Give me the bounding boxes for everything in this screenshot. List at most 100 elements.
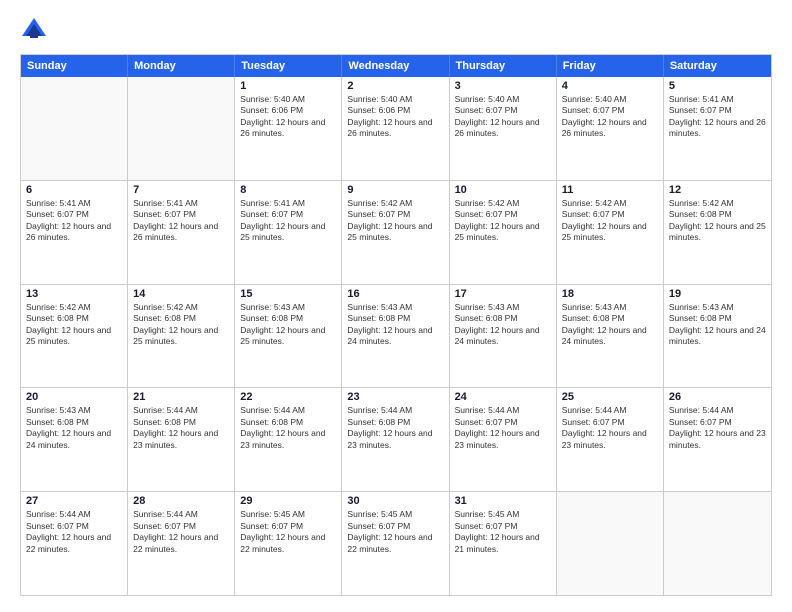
day-number: 10 <box>455 184 551 196</box>
day-number: 5 <box>669 80 766 92</box>
calendar-cell-day-3: 3 Sunrise: 5:40 AM Sunset: 6:07 PM Daylig… <box>450 77 557 180</box>
cell-info: Sunrise: 5:43 AM Sunset: 6:08 PM Dayligh… <box>562 302 658 348</box>
calendar-cell-day-18: 18 Sunrise: 5:43 AM Sunset: 6:08 PM Dayli… <box>557 285 664 388</box>
calendar-cell-day-16: 16 Sunrise: 5:43 AM Sunset: 6:08 PM Dayli… <box>342 285 449 388</box>
cell-info: Sunrise: 5:43 AM Sunset: 6:08 PM Dayligh… <box>669 302 766 348</box>
cell-info: Sunrise: 5:42 AM Sunset: 6:08 PM Dayligh… <box>133 302 229 348</box>
calendar-cell-day-26: 26Sunrise: 5:44 AM Sunset: 6:07 PM Dayli… <box>664 388 771 491</box>
cell-info: Sunrise: 5:42 AM Sunset: 6:08 PM Dayligh… <box>26 302 122 348</box>
calendar-cell-day-6: 6 Sunrise: 5:41 AM Sunset: 6:07 PM Daylig… <box>21 181 128 284</box>
calendar-row-5: 27Sunrise: 5:44 AM Sunset: 6:07 PM Dayli… <box>21 491 771 595</box>
cell-info: Sunrise: 5:43 AM Sunset: 6:08 PM Dayligh… <box>455 302 551 348</box>
cell-info: Sunrise: 5:43 AM Sunset: 6:08 PM Dayligh… <box>26 405 122 451</box>
calendar-cell-day-24: 24 Sunrise: 5:44 AM Sunset: 6:07 PM Dayli… <box>450 388 557 491</box>
weekday-header-monday: Monday <box>128 55 235 77</box>
cell-info: Sunrise: 5:43 AM Sunset: 6:08 PM Dayligh… <box>240 302 336 348</box>
cell-info: Sunrise: 5:41 AM Sunset: 6:07 PM Dayligh… <box>669 94 766 140</box>
cell-info: Sunrise: 5:42 AM Sunset: 6:07 PM Dayligh… <box>347 198 443 244</box>
calendar-cell-day-5: 5 Sunrise: 5:41 AM Sunset: 6:07 PM Daylig… <box>664 77 771 180</box>
cell-info: Sunrise: 5:41 AM Sunset: 6:07 PM Dayligh… <box>26 198 122 244</box>
calendar-cell-day-12: 12 Sunrise: 5:42 AM Sunset: 6:08 PM Dayli… <box>664 181 771 284</box>
weekday-header-sunday: Sunday <box>21 55 128 77</box>
calendar-row-4: 20 Sunrise: 5:43 AM Sunset: 6:08 PM Dayli… <box>21 387 771 491</box>
calendar-cell-empty <box>557 492 664 595</box>
day-number: 11 <box>562 184 658 196</box>
calendar-cell-day-19: 19 Sunrise: 5:43 AM Sunset: 6:08 PM Dayli… <box>664 285 771 388</box>
day-number: 8 <box>240 184 336 196</box>
calendar-cell-day-15: 15 Sunrise: 5:43 AM Sunset: 6:08 PM Dayli… <box>235 285 342 388</box>
calendar-cell-day-20: 20 Sunrise: 5:43 AM Sunset: 6:08 PM Dayli… <box>21 388 128 491</box>
day-number: 16 <box>347 288 443 300</box>
page: SundayMondayTuesdayWednesdayThursdayFrid… <box>0 0 792 612</box>
calendar: SundayMondayTuesdayWednesdayThursdayFrid… <box>20 54 772 596</box>
calendar-cell-day-23: 23Sunrise: 5:44 AM Sunset: 6:08 PM Dayli… <box>342 388 449 491</box>
weekday-header-saturday: Saturday <box>664 55 771 77</box>
cell-info: Sunrise: 5:40 AM Sunset: 6:07 PM Dayligh… <box>562 94 658 140</box>
cell-info: Sunrise: 5:43 AM Sunset: 6:08 PM Dayligh… <box>347 302 443 348</box>
day-number: 22 <box>240 391 336 403</box>
calendar-cell-day-13: 13Sunrise: 5:42 AM Sunset: 6:08 PM Dayli… <box>21 285 128 388</box>
cell-info: Sunrise: 5:42 AM Sunset: 6:07 PM Dayligh… <box>562 198 658 244</box>
day-number: 18 <box>562 288 658 300</box>
cell-info: Sunrise: 5:44 AM Sunset: 6:08 PM Dayligh… <box>240 405 336 451</box>
day-number: 9 <box>347 184 443 196</box>
day-number: 1 <box>240 80 336 92</box>
cell-info: Sunrise: 5:44 AM Sunset: 6:07 PM Dayligh… <box>26 509 122 555</box>
cell-info: Sunrise: 5:45 AM Sunset: 6:07 PM Dayligh… <box>347 509 443 555</box>
day-number: 6 <box>26 184 122 196</box>
calendar-cell-day-25: 25 Sunrise: 5:44 AM Sunset: 6:07 PM Dayli… <box>557 388 664 491</box>
day-number: 15 <box>240 288 336 300</box>
calendar-cell-day-28: 28 Sunrise: 5:44 AM Sunset: 6:07 PM Dayli… <box>128 492 235 595</box>
day-number: 26 <box>669 391 766 403</box>
weekday-header-wednesday: Wednesday <box>342 55 449 77</box>
calendar-header: SundayMondayTuesdayWednesdayThursdayFrid… <box>21 55 771 77</box>
day-number: 28 <box>133 495 229 507</box>
calendar-cell-day-30: 30 Sunrise: 5:45 AM Sunset: 6:07 PM Dayli… <box>342 492 449 595</box>
cell-info: Sunrise: 5:40 AM Sunset: 6:07 PM Dayligh… <box>455 94 551 140</box>
cell-info: Sunrise: 5:42 AM Sunset: 6:07 PM Dayligh… <box>455 198 551 244</box>
cell-info: Sunrise: 5:42 AM Sunset: 6:08 PM Dayligh… <box>669 198 766 244</box>
weekday-header-thursday: Thursday <box>450 55 557 77</box>
calendar-cell-day-4: 4Sunrise: 5:40 AM Sunset: 6:07 PM Daylig… <box>557 77 664 180</box>
day-number: 14 <box>133 288 229 300</box>
calendar-cell-day-7: 7 Sunrise: 5:41 AM Sunset: 6:07 PM Daylig… <box>128 181 235 284</box>
calendar-row-2: 6 Sunrise: 5:41 AM Sunset: 6:07 PM Daylig… <box>21 180 771 284</box>
calendar-cell-day-10: 10 Sunrise: 5:42 AM Sunset: 6:07 PM Dayli… <box>450 181 557 284</box>
calendar-cell-empty <box>128 77 235 180</box>
header <box>20 16 772 44</box>
cell-info: Sunrise: 5:45 AM Sunset: 6:07 PM Dayligh… <box>455 509 551 555</box>
day-number: 3 <box>455 80 551 92</box>
weekday-header-tuesday: Tuesday <box>235 55 342 77</box>
calendar-row-3: 13Sunrise: 5:42 AM Sunset: 6:08 PM Dayli… <box>21 284 771 388</box>
calendar-cell-empty <box>21 77 128 180</box>
calendar-cell-day-11: 11 Sunrise: 5:42 AM Sunset: 6:07 PM Dayli… <box>557 181 664 284</box>
cell-info: Sunrise: 5:44 AM Sunset: 6:07 PM Dayligh… <box>133 509 229 555</box>
day-number: 31 <box>455 495 551 507</box>
calendar-cell-day-27: 27Sunrise: 5:44 AM Sunset: 6:07 PM Dayli… <box>21 492 128 595</box>
calendar-cell-day-17: 17Sunrise: 5:43 AM Sunset: 6:08 PM Dayli… <box>450 285 557 388</box>
calendar-cell-day-31: 31 Sunrise: 5:45 AM Sunset: 6:07 PM Dayli… <box>450 492 557 595</box>
day-number: 12 <box>669 184 766 196</box>
calendar-body: 1 Sunrise: 5:40 AM Sunset: 6:06 PM Daylig… <box>21 77 771 595</box>
day-number: 20 <box>26 391 122 403</box>
calendar-cell-empty <box>664 492 771 595</box>
calendar-cell-day-21: 21Sunrise: 5:44 AM Sunset: 6:08 PM Dayli… <box>128 388 235 491</box>
day-number: 24 <box>455 391 551 403</box>
day-number: 30 <box>347 495 443 507</box>
calendar-cell-day-14: 14 Sunrise: 5:42 AM Sunset: 6:08 PM Dayli… <box>128 285 235 388</box>
cell-info: Sunrise: 5:41 AM Sunset: 6:07 PM Dayligh… <box>133 198 229 244</box>
cell-info: Sunrise: 5:40 AM Sunset: 6:06 PM Dayligh… <box>347 94 443 140</box>
day-number: 25 <box>562 391 658 403</box>
cell-info: Sunrise: 5:45 AM Sunset: 6:07 PM Dayligh… <box>240 509 336 555</box>
calendar-cell-day-2: 2Sunrise: 5:40 AM Sunset: 6:06 PM Daylig… <box>342 77 449 180</box>
day-number: 21 <box>133 391 229 403</box>
day-number: 19 <box>669 288 766 300</box>
day-number: 7 <box>133 184 229 196</box>
cell-info: Sunrise: 5:44 AM Sunset: 6:07 PM Dayligh… <box>455 405 551 451</box>
logo <box>20 16 52 44</box>
cell-info: Sunrise: 5:44 AM Sunset: 6:07 PM Dayligh… <box>562 405 658 451</box>
weekday-header-friday: Friday <box>557 55 664 77</box>
calendar-cell-day-1: 1Sunrise: 5:40 AM Sunset: 6:06 PM Daylig… <box>235 77 342 180</box>
logo-icon <box>20 16 48 44</box>
calendar-cell-day-9: 9 Sunrise: 5:42 AM Sunset: 6:07 PM Daylig… <box>342 181 449 284</box>
